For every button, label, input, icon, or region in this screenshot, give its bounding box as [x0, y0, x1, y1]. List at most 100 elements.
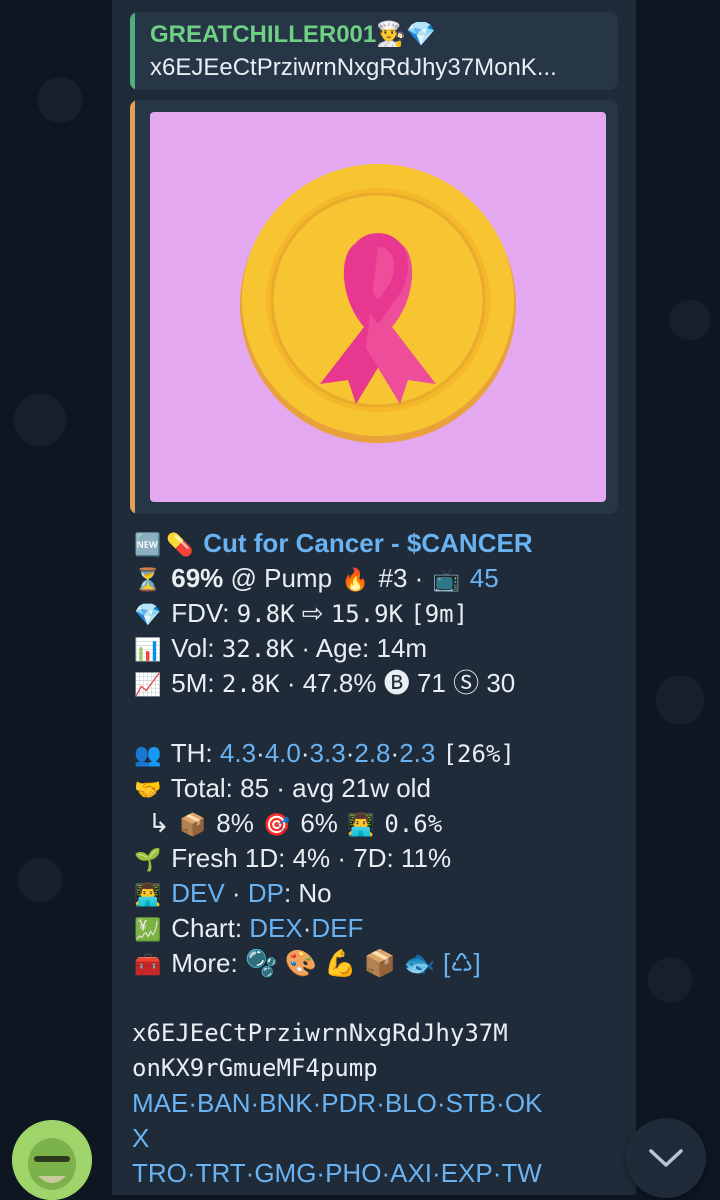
- reply-text: x6EJEeCtPrziwrnNxgRdJhy37MonK...: [150, 54, 557, 81]
- sell-icon: Ⓢ: [453, 668, 480, 698]
- gmg-link[interactable]: GMG: [254, 1158, 316, 1188]
- volume-line: 📊 Vol: 32.8K · Age: 14m: [132, 631, 612, 666]
- recycle-link[interactable]: [♺]: [443, 948, 481, 978]
- dev-line: 👨‍💻 DEV · DP: No: [132, 876, 612, 911]
- contract-address-line-1[interactable]: x6EJEeCtPrziwrnNxgRdJhy37M: [132, 1016, 612, 1051]
- buy-icon: 🅑: [383, 668, 410, 698]
- th-link[interactable]: 4.0: [265, 738, 301, 768]
- tv-link[interactable]: 45: [470, 563, 499, 593]
- sells: 30: [486, 668, 516, 698]
- toolbox-icon: 🧰: [134, 953, 162, 978]
- m5-value: 2.8K: [221, 670, 280, 698]
- fire-icon: 🔥: [341, 568, 369, 593]
- bar-chart-icon: 📊: [134, 638, 162, 663]
- scroll-down-button[interactable]: [626, 1118, 706, 1198]
- axi-link[interactable]: AXI: [390, 1158, 432, 1188]
- m5-label: 5M:: [171, 668, 215, 698]
- vol-value: 32.8K: [221, 635, 295, 663]
- cancer-ribbon-coin-icon: [240, 164, 516, 443]
- five-minute-line: 📈 5M: 2.8K · 47.8% 🅑 71 Ⓢ 30: [132, 666, 612, 701]
- target-icon: 🎯: [263, 813, 291, 838]
- dex-link[interactable]: DEX: [249, 913, 302, 943]
- reply-preview[interactable]: GREATCHILLER001👨‍🍳💎 x6EJEeCtPrziwrnNxgRd…: [130, 12, 618, 90]
- dev-pct: 0.6%: [384, 810, 443, 838]
- explorer-links-row-1-wrap: X: [132, 1121, 612, 1156]
- dp-link[interactable]: DP: [248, 878, 284, 908]
- dp-text: : No: [283, 878, 332, 908]
- token-logo: [150, 112, 606, 502]
- th-link[interactable]: 2.3: [399, 738, 435, 768]
- fdv-line: 💎 FDV: 9.8K ⇨ 15.9K [9m]: [132, 596, 612, 631]
- chart-label: Chart:: [171, 913, 243, 943]
- tro-link[interactable]: TRO: [132, 1158, 187, 1188]
- th-percent: [26%]: [442, 740, 515, 768]
- sub-arrow-icon: ↳: [148, 808, 170, 838]
- seedling-icon: 🌱: [134, 848, 162, 873]
- fdv-label: FDV:: [171, 598, 230, 628]
- more-line: 🧰 More: 🫧 🎨 💪 📦 🐟 [♺]: [132, 946, 612, 981]
- pdr-link[interactable]: PDR: [321, 1088, 376, 1118]
- progress-label: @ Pump: [230, 563, 333, 593]
- bnk-link[interactable]: BNK: [259, 1088, 312, 1118]
- mae-link[interactable]: MAE: [132, 1088, 188, 1118]
- box-pct: 8%: [216, 808, 254, 838]
- total-text: Total: 85 · avg 21w old: [170, 773, 431, 803]
- new-badge-icon: 🆕: [134, 533, 162, 558]
- top-holders-line: 👥 TH: 4.3·4.0·3.3·2.8·2.3 [26%]: [132, 736, 612, 771]
- bot-avatar-icon: [12, 1120, 92, 1200]
- chevron-down-icon: [649, 1149, 683, 1167]
- exp-link[interactable]: EXP: [441, 1158, 493, 1188]
- developer-icon: 👨‍💻: [347, 813, 375, 838]
- ban-link[interactable]: BAN: [197, 1088, 250, 1118]
- trt-link[interactable]: TRT: [196, 1158, 246, 1188]
- more-label: More:: [171, 948, 238, 978]
- arrow-icon: ⇨: [301, 598, 324, 628]
- th-label: TH:: [170, 738, 213, 768]
- th-link[interactable]: 2.8: [354, 738, 390, 768]
- token-title[interactable]: Cut for Cancer - $CANCER: [203, 528, 532, 558]
- holder-breakdown-line: ↳ 📦 8% 🎯 6% 👨‍💻 0.6%: [132, 806, 612, 841]
- handshake-icon: 🤝: [134, 778, 162, 803]
- explorer-links-row-1: MAE·BAN·BNK·PDR·BLO·STB·OK: [132, 1088, 543, 1118]
- def-link[interactable]: DEF: [311, 913, 363, 943]
- fresh-line: 🌱 Fresh 1D: 4% · 7D: 11%: [132, 841, 612, 876]
- m5-pct: · 47.8%: [286, 668, 377, 698]
- stb-link[interactable]: STB: [446, 1088, 497, 1118]
- fdv-time: [9m]: [410, 600, 469, 628]
- fresh-text: Fresh 1D: 4% · 7D: 11%: [171, 843, 452, 873]
- dev-link[interactable]: DEV: [171, 878, 224, 908]
- package-icon: 📦: [179, 813, 207, 838]
- hourglass-icon: ⏳: [134, 568, 162, 593]
- explorer-links-row-2: TRO·TRT·GMG·PHO·AXI·EXP·TW: [132, 1158, 542, 1188]
- reply-accent-bar: [130, 12, 135, 90]
- people-icon: 👥: [134, 743, 162, 768]
- vol-label: Vol:: [171, 633, 215, 663]
- th-link[interactable]: 4.3: [220, 738, 256, 768]
- chart-up-icon: 📈: [134, 673, 162, 698]
- tv-icon: 📺: [432, 568, 461, 593]
- pill-icon: 💊: [166, 533, 194, 558]
- token-info: 🆕 💊 Cut for Cancer - $CANCER ⏳ 69% @ Pump…: [132, 526, 612, 1191]
- fdv-to: 15.9K: [330, 600, 404, 628]
- sender-avatar[interactable]: [12, 1120, 92, 1200]
- tw-link[interactable]: TW: [501, 1158, 541, 1188]
- blo-link[interactable]: BLO: [385, 1088, 437, 1118]
- chart-line: 💹 Chart: DEX·DEF: [132, 911, 612, 946]
- pho-link[interactable]: PHO: [325, 1158, 381, 1188]
- more-tools-icons[interactable]: 🫧 🎨 💪 📦 🐟: [245, 948, 436, 978]
- progress-line: ⏳ 69% @ Pump 🔥 #3 · 📺 45: [132, 561, 612, 596]
- diamond-icon: 💎: [134, 603, 162, 628]
- contract-address-line-2[interactable]: onKX9rGmueMF4pump: [132, 1051, 612, 1086]
- okx-link-wrap[interactable]: X: [132, 1123, 149, 1153]
- fdv-from: 9.8K: [236, 600, 295, 628]
- th-link[interactable]: 3.3: [310, 738, 346, 768]
- total-holders-line: 🤝 Total: 85 · avg 21w old: [132, 771, 612, 806]
- developer-icon: 👨‍💻: [134, 883, 162, 908]
- token-title-line: 🆕 💊 Cut for Cancer - $CANCER: [132, 526, 612, 561]
- token-image-card[interactable]: [130, 100, 618, 514]
- okx-link[interactable]: OK: [505, 1088, 543, 1118]
- age-label: · Age: 14m: [301, 633, 428, 663]
- rank: #3: [378, 563, 408, 593]
